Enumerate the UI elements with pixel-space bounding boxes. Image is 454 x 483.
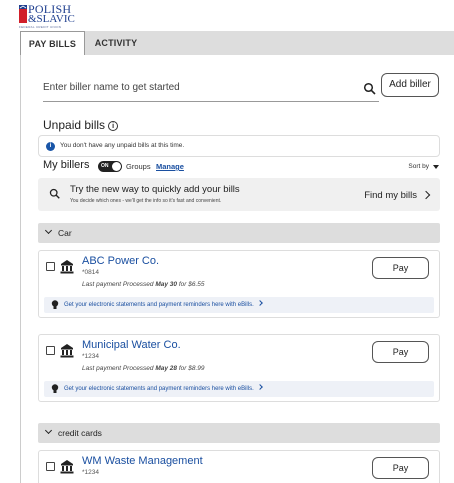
last-payment-amount: for $8.99 (178, 365, 205, 372)
groups-label: Groups (126, 162, 151, 171)
find-my-bills-label: Find my bills (364, 190, 417, 201)
my-billers-header: My billers ON Groups Manage Sort by (43, 159, 439, 175)
ebill-link[interactable]: Get your electronic statements and payme… (64, 300, 263, 308)
chevron-down-icon (44, 226, 53, 235)
caret-down-icon[interactable] (433, 165, 439, 169)
promo-subtitle: You decide which ones - we'll get the in… (70, 198, 222, 204)
lightbulb-icon (51, 300, 59, 309)
biller-card: Municipal Water Co. *1234 Last payment P… (38, 334, 440, 402)
groups-toggle[interactable]: ON (98, 161, 122, 172)
biller-account: *1234 (82, 353, 99, 360)
toggle-knob (112, 162, 121, 171)
manage-link[interactable]: Manage (156, 162, 184, 171)
last-payment-date: May 30 (155, 281, 178, 288)
biller-name[interactable]: WM Waste Management (82, 455, 203, 467)
biller-name[interactable]: Municipal Water Co. (82, 339, 181, 351)
ebill-text: Get your electronic statements and payme… (64, 386, 254, 392)
last-payment: Last payment Processed May 30 for $6.55 (82, 281, 205, 288)
promo-title: Try the new way to quickly add your bill… (70, 184, 240, 195)
tab-bar: PAY BILLS ACTIVITY (20, 31, 454, 55)
group-header-car[interactable]: Car (38, 223, 440, 243)
lightbulb-icon (51, 384, 59, 393)
chevron-right-icon (256, 300, 263, 306)
biller-name[interactable]: ABC Power Co. (82, 255, 159, 267)
pay-button[interactable]: Pay (372, 341, 429, 363)
logo-red-block-icon (19, 13, 27, 23)
last-payment: Last payment Processed May 28 for $8.99 (82, 365, 205, 372)
brand-logo: POLISH &SLAVIC FEDERAL CREDIT UNION (19, 3, 75, 29)
biller-search-row: Add biller (43, 73, 439, 102)
info-icon[interactable]: i (108, 121, 119, 131)
last-payment-prefix: Last payment Processed (82, 281, 154, 288)
last-payment-prefix: Last payment Processed (82, 365, 154, 372)
group-name: credit cards (58, 428, 102, 438)
add-biller-button[interactable]: Add biller (381, 73, 439, 97)
tab-pay-bills[interactable]: PAY BILLS (20, 31, 85, 55)
brand-name-line2: &SLAVIC (28, 13, 75, 25)
find-my-bills-link[interactable]: Find my bills (364, 190, 431, 201)
biller-search-input[interactable] (43, 82, 343, 93)
search-icon[interactable] (363, 82, 377, 96)
search-icon (49, 188, 60, 199)
logo-mark-icon (19, 5, 27, 13)
biller-card: ABC Power Co. *0814 Last payment Process… (38, 250, 440, 318)
building-icon (60, 344, 74, 358)
biller-checkbox[interactable] (46, 346, 55, 355)
biller-card: WM Waste Management *1234 Pay (38, 450, 440, 483)
biller-account: *0814 (82, 269, 99, 276)
biller-checkbox[interactable] (46, 262, 55, 271)
group-name: Car (58, 228, 72, 238)
unpaid-bills-notice: i You don't have any unpaid bills at thi… (38, 135, 440, 157)
chevron-right-icon (421, 190, 431, 200)
chevron-down-icon (44, 426, 53, 435)
toggle-on-label: ON (101, 163, 109, 169)
unpaid-bills-label: Unpaid bills (43, 118, 106, 132)
pay-button[interactable]: Pay (372, 457, 429, 479)
biller-checkbox[interactable] (46, 462, 55, 471)
my-billers-title: My billers (43, 159, 90, 171)
building-icon (60, 460, 74, 474)
unpaid-bills-title: Unpaid bills i (43, 118, 119, 132)
chevron-right-icon (256, 384, 263, 390)
ebill-link[interactable]: Get your electronic statements and payme… (64, 384, 263, 392)
info-dot-icon: i (46, 142, 55, 151)
biller-account: *1234 (82, 469, 99, 476)
group-header-credit-cards[interactable]: credit cards (38, 423, 440, 443)
ebill-text: Get your electronic statements and payme… (64, 302, 254, 308)
last-payment-date: May 28 (155, 365, 178, 372)
last-payment-amount: for $6.55 (178, 281, 205, 288)
pay-button[interactable]: Pay (372, 257, 429, 279)
building-icon (60, 260, 74, 274)
sort-by-dropdown[interactable]: Sort by (408, 163, 429, 170)
brand-name-line3: FEDERAL CREDIT UNION (19, 25, 62, 29)
unpaid-bills-message: You don't have any unpaid bills at this … (60, 142, 185, 149)
tab-activity[interactable]: ACTIVITY (85, 31, 147, 55)
find-bills-promo[interactable]: Try the new way to quickly add your bill… (38, 178, 440, 211)
ebill-banner[interactable]: Get your electronic statements and payme… (44, 381, 434, 397)
main-content: Add biller Unpaid billsi i You don't hav… (20, 55, 454, 483)
ebill-banner[interactable]: Get your electronic statements and payme… (44, 297, 434, 313)
